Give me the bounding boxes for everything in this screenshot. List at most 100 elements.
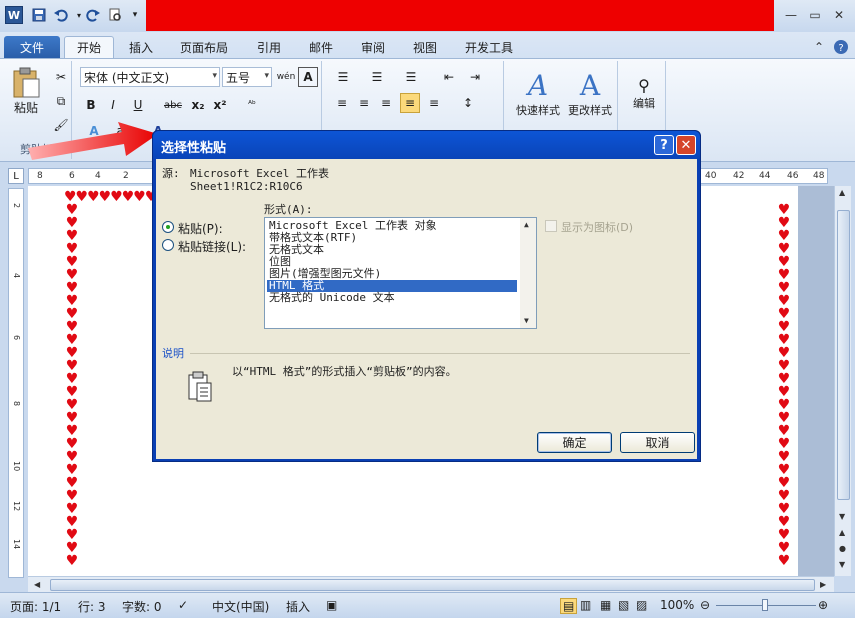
dialog-help-button[interactable]: ? [654,135,674,155]
distributed-icon[interactable]: ≡ [424,93,444,113]
outline-view-icon[interactable]: ▧ [618,598,629,612]
close-icon[interactable]: ✕ [828,6,850,24]
scroll-right-icon[interactable]: ▶ [820,580,826,589]
minimize-icon[interactable]: — [780,6,802,24]
paste-link-radio[interactable] [162,239,174,251]
tab-insert[interactable]: 插入 [118,36,164,58]
listbox-scrollbar[interactable]: ▲ ▼ [520,218,536,328]
grow-font-icon[interactable]: wén [276,67,296,87]
horizontal-scroll-thumb[interactable] [50,579,815,591]
underline-button[interactable]: U [126,95,150,115]
align-right-icon[interactable]: ≡ [376,93,396,113]
scroll-up-icon[interactable]: ▲ [524,220,529,229]
prev-page-icon[interactable]: ▲ [839,528,845,537]
red-arrow-icon [28,122,158,160]
display-as-icon-checkbox[interactable] [545,220,557,232]
justify-icon[interactable]: ≡ [400,93,420,113]
format-listbox[interactable]: Microsoft Excel 工作表 对象 带格式文本(RTF) 无格式文本 … [264,217,537,329]
quick-styles-button[interactable]: A 快速样式 [512,65,564,121]
font-name-combo[interactable]: 宋体 (中文正文) ▾ [80,67,220,87]
paste-button[interactable]: 粘贴 [6,63,46,119]
word-app-icon[interactable]: W [5,6,23,24]
increase-indent-icon[interactable]: ⇥ [464,67,486,87]
language[interactable]: 中文(中国) [212,598,269,615]
zoom-in-icon[interactable]: ⊕ [818,598,828,612]
copy-icon[interactable]: ⧉ [52,91,70,111]
line-number[interactable]: 行: 3 [78,598,106,615]
paste-option-label[interactable]: 粘贴(P): [178,220,223,237]
macro-record-icon[interactable]: ▣ [326,598,337,612]
paste-radio[interactable] [162,221,174,233]
tab-selector[interactable]: L [8,168,24,184]
zoom-level[interactable]: 100% [660,598,694,612]
zoom-slider-thumb[interactable] [762,599,768,611]
result-divider [190,353,690,354]
display-as-icon-label[interactable]: 显示为图标(D) [561,219,633,235]
tab-review[interactable]: 审阅 [350,36,396,58]
bullets-icon[interactable]: ☰ [332,67,354,87]
tab-view[interactable]: 视图 [402,36,448,58]
char-border-icon[interactable]: A [298,67,318,87]
redo-icon[interactable] [84,6,102,24]
align-left-icon[interactable]: ≡ [332,93,352,113]
scroll-left-icon[interactable]: ◀ [34,580,40,589]
dialog-close-button[interactable]: ✕ [676,135,696,155]
line-spacing-icon[interactable]: ↕ [456,93,480,113]
format-item[interactable]: 无格式文本 [267,244,517,256]
next-page-icon[interactable]: ▼ [839,560,845,569]
strikethrough-button[interactable]: abc [162,95,184,115]
scroll-up-icon[interactable]: ▲ [839,188,845,197]
result-label: 说明 [162,347,184,360]
vertical-scrollbar[interactable]: ▲ ▼ ▲ ● ▼ [834,186,851,576]
subscript-button[interactable]: x₂ [188,95,208,115]
print-preview-icon[interactable] [106,6,124,24]
insert-mode[interactable]: 插入 [286,598,310,615]
cancel-button[interactable]: 取消 [620,432,695,453]
proofing-icon[interactable]: ✓ [178,598,188,612]
tab-mailings[interactable]: 邮件 [298,36,344,58]
page-count[interactable]: 页面: 1/1 [10,598,61,615]
superscript-button[interactable]: x² [210,95,230,115]
decrease-indent-icon[interactable]: ⇤ [438,67,460,87]
tab-file[interactable]: 文件 [4,36,60,58]
heart-border-left: ♥ ♥ ♥ ♥ ♥ ♥ ♥ ♥ ♥ ♥ ♥ ♥ ♥ ♥ ♥ ♥ ♥ ♥ ♥ ♥ ♥ ♥ ♥ ♥ ♥ ♥ ♥ ♥ [64,203,80,568]
tab-developer[interactable]: 开发工具 [454,36,524,58]
minimize-ribbon-icon[interactable]: ⌃ [808,38,830,56]
vertical-ruler[interactable]: 2 4 6 8 10 12 14 [8,188,24,578]
full-screen-reading-icon[interactable]: ▥ [580,598,591,612]
select-browse-object-icon[interactable]: ● [839,544,846,553]
help-icon[interactable]: ? [830,38,852,56]
change-styles-button[interactable]: A 更改样式 [564,65,616,121]
clear-format-icon[interactable]: ᴬᵇ [242,95,262,115]
ok-button[interactable]: 确定 [537,432,612,453]
font-size-combo[interactable]: 五号 ▾ [222,67,272,87]
maximize-icon[interactable]: ▭ [804,6,826,24]
italic-button[interactable]: I [104,95,122,115]
edit-button[interactable]: ⚲ 编辑 [626,65,662,121]
multilevel-list-icon[interactable]: ☰ [400,67,422,87]
undo-icon[interactable] [52,6,70,24]
scroll-down-icon[interactable]: ▼ [839,512,845,521]
cut-icon[interactable]: ✂ [52,67,70,87]
dialog-title-bar: 选择性粘贴 ? ✕ [153,131,700,159]
vertical-scroll-thumb[interactable] [837,210,850,500]
paste-link-option-label[interactable]: 粘贴链接(L): [178,238,246,255]
draft-view-icon[interactable]: ▨ [636,598,647,612]
customize-qat-icon[interactable]: ▾ [126,6,144,24]
tab-home[interactable]: 开始 [64,36,114,58]
scroll-down-icon[interactable]: ▼ [524,316,529,325]
align-center-icon[interactable]: ≡ [354,93,374,113]
print-layout-view-icon[interactable]: ▤ [560,598,578,614]
numbering-icon[interactable]: ☰ [366,67,388,87]
as-label: 形式(A): [264,203,313,216]
save-icon[interactable] [30,6,48,24]
web-layout-icon[interactable]: ▦ [600,598,611,612]
zoom-out-icon[interactable]: ⊖ [700,598,710,612]
tab-references[interactable]: 引用 [246,36,292,58]
tab-page-layout[interactable]: 页面布局 [168,36,240,58]
dialog-body: 源: Microsoft Excel 工作表 Sheet1!R1C2:R10C6… [156,159,697,459]
bold-button[interactable]: B [82,95,100,115]
horizontal-scrollbar[interactable]: ◀ ▶ [28,576,834,592]
format-item[interactable]: 无格式的 Unicode 文本 [267,292,517,304]
word-count[interactable]: 字数: 0 [122,598,162,615]
